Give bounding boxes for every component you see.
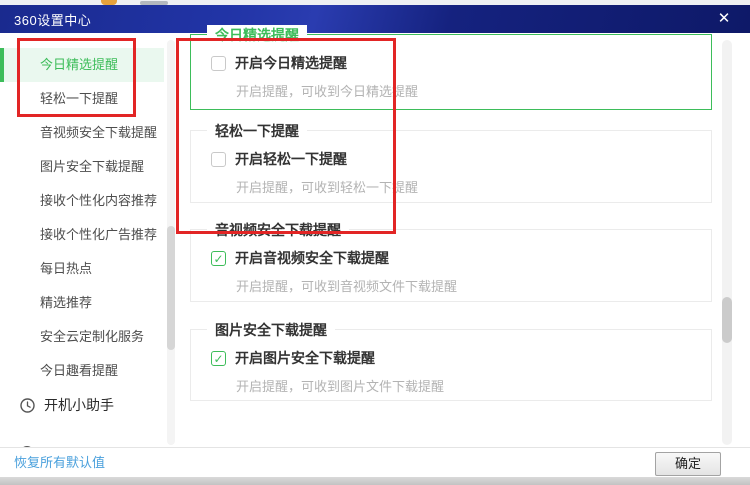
sidebar-scrollbar-thumb[interactable] (167, 226, 175, 350)
sidebar-item-relax-reminder[interactable]: 轻松一下提醒 (0, 82, 164, 116)
section-legend: 音视频安全下载提醒 (207, 220, 349, 240)
checkbox-label[interactable]: 开启音视频安全下载提醒 (235, 248, 389, 268)
checkmark-icon: ✓ (213, 352, 223, 366)
selected-indicator-bar (0, 48, 4, 82)
checkbox-label[interactable]: 开启轻松一下提醒 (235, 149, 347, 169)
section-description: 开启提醒，可收到轻松一下提醒 (236, 177, 711, 196)
checkbox-checked[interactable]: ✓ (211, 351, 226, 366)
section-legend: 轻松一下提醒 (207, 121, 307, 141)
desktop-edge-strip (0, 477, 750, 485)
sidebar-section-label: 开机小助手 (44, 388, 114, 422)
checkbox-unchecked[interactable] (211, 56, 226, 71)
checkbox-unchecked[interactable] (211, 152, 226, 167)
sidebar-item-cloud-service[interactable]: 安全云定制化服务 (0, 320, 164, 354)
sidebar-item-fun-reminder[interactable]: 今日趣看提醒 (0, 354, 164, 388)
footer: 恢复所有默认值 确定 (0, 447, 750, 477)
sidebar-item-label: 接收个性化内容推荐 (40, 193, 157, 208)
window-title: 360设置中心 (14, 10, 91, 29)
checkbox-checked[interactable]: ✓ (211, 251, 226, 266)
settings-window: 360设置中心 ✕ 今日精选提醒 轻松一下提醒 音视频安全下载提醒 图片安全下载… (0, 0, 750, 485)
section-today-featured: 今日精选提醒 开启今日精选提醒 开启提醒，可收到今日精选提醒 (190, 34, 712, 110)
sidebar-item-label: 安全云定制化服务 (40, 329, 144, 344)
sidebar-item-label: 接收个性化广告推荐 (40, 227, 157, 242)
sidebar-item-partial[interactable] (0, 422, 180, 447)
checkbox-label[interactable]: 开启今日精选提醒 (235, 53, 347, 73)
sidebar-item-boot-assistant[interactable]: 开机小助手 (0, 388, 180, 422)
section-legend: 图片安全下载提醒 (207, 320, 335, 340)
sidebar-item-av-download[interactable]: 音视频安全下载提醒 (0, 116, 164, 150)
sidebar-item-image-download[interactable]: 图片安全下载提醒 (0, 150, 164, 184)
section-relax-reminder: 轻松一下提醒 开启轻松一下提醒 开启提醒，可收到轻松一下提醒 (190, 130, 712, 203)
sidebar-item-today-featured[interactable]: 今日精选提醒 (0, 48, 164, 82)
sidebar: 今日精选提醒 轻松一下提醒 音视频安全下载提醒 图片安全下载提醒 接收个性化内容… (0, 33, 180, 447)
titlebar: 360设置中心 ✕ (0, 5, 750, 33)
section-description: 开启提醒，可收到今日精选提醒 (236, 81, 711, 100)
section-description: 开启提醒，可收到图片文件下载提醒 (236, 376, 711, 395)
restore-defaults-link[interactable]: 恢复所有默认值 (14, 448, 105, 478)
sidebar-item-label: 每日热点 (40, 261, 92, 276)
close-icon[interactable]: ✕ (710, 5, 738, 33)
sidebar-item-label: 今日趣看提醒 (40, 363, 118, 378)
section-description: 开启提醒，可收到音视频文件下载提醒 (236, 276, 711, 295)
sidebar-item-label: 图片安全下载提醒 (40, 159, 144, 174)
content-scrollbar-thumb[interactable] (722, 297, 732, 343)
section-av-download: 音视频安全下载提醒 ✓ 开启音视频安全下载提醒 开启提醒，可收到音视频文件下载提… (190, 229, 712, 302)
sidebar-item-label: 今日精选提醒 (40, 57, 118, 72)
sidebar-list: 今日精选提醒 轻松一下提醒 音视频安全下载提醒 图片安全下载提醒 接收个性化内容… (0, 33, 180, 447)
section-image-download: 图片安全下载提醒 ✓ 开启图片安全下载提醒 开启提醒，可收到图片文件下载提醒 (190, 329, 712, 401)
ok-button[interactable]: 确定 (655, 452, 721, 476)
checkbox-label[interactable]: 开启图片安全下载提醒 (235, 348, 375, 368)
checkmark-icon: ✓ (213, 252, 223, 266)
sidebar-item-featured-recommend[interactable]: 精选推荐 (0, 286, 164, 320)
sidebar-item-label: 音视频安全下载提醒 (40, 125, 157, 140)
section-legend: 今日精选提醒 (207, 25, 307, 45)
clock-icon (20, 398, 35, 413)
content-scrollbar-track[interactable] (722, 40, 732, 445)
sidebar-item-daily-hotspot[interactable]: 每日热点 (0, 252, 164, 286)
sidebar-item-personalized-content[interactable]: 接收个性化内容推荐 (0, 184, 164, 218)
sidebar-item-label: 精选推荐 (40, 295, 92, 310)
sidebar-item-label: 轻松一下提醒 (40, 91, 118, 106)
sidebar-item-personalized-ads[interactable]: 接收个性化广告推荐 (0, 218, 164, 252)
